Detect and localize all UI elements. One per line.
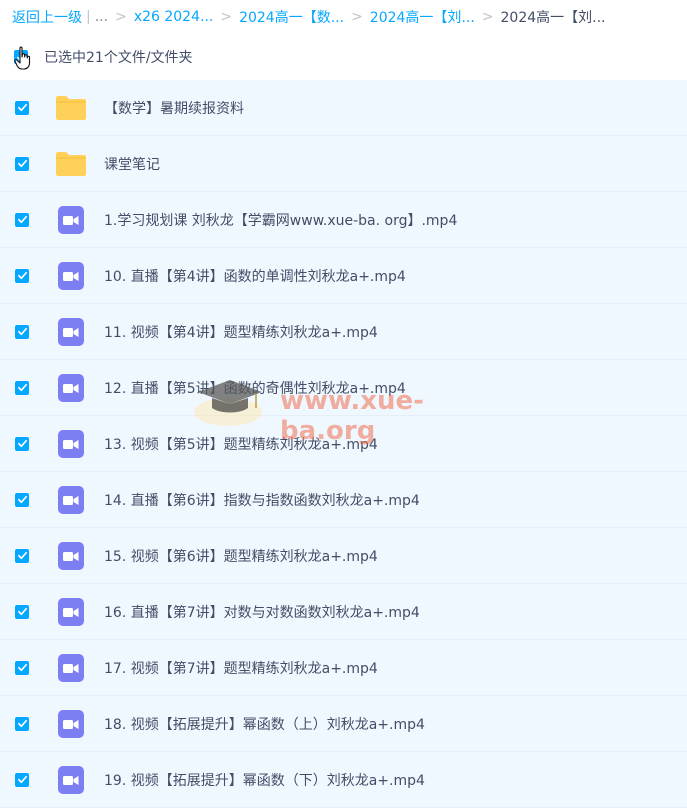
file-name[interactable]: 12. 直播【第5讲】函数的奇偶性刘秋龙a+.mp4 bbox=[104, 378, 406, 398]
video-file-icon bbox=[58, 261, 84, 290]
file-name[interactable]: 课堂笔记 bbox=[104, 154, 160, 174]
file-row[interactable]: 10. 直播【第4讲】函数的单调性刘秋龙a+.mp4 bbox=[0, 248, 687, 304]
file-row[interactable]: 17. 视频【第7讲】题型精练刘秋龙a+.mp4 bbox=[0, 640, 687, 696]
breadcrumb-separator: > bbox=[481, 9, 494, 25]
video-file-icon bbox=[58, 485, 84, 514]
check-icon bbox=[17, 327, 27, 336]
breadcrumb-current: 2024高一【刘... bbox=[500, 10, 606, 26]
file-name[interactable]: 10. 直播【第4讲】函数的单调性刘秋龙a+.mp4 bbox=[104, 266, 406, 286]
file-list: 【数学】暑期续报资料 课堂笔记 1.学习规划课 刘秋龙【学霸网www.xue-ba.… bbox=[0, 80, 687, 808]
file-type-icon bbox=[55, 764, 87, 796]
file-name[interactable]: 【数学】暑期续报资料 bbox=[104, 98, 244, 118]
file-type-icon bbox=[55, 92, 87, 124]
row-checkbox[interactable] bbox=[15, 324, 29, 339]
row-checkbox[interactable] bbox=[15, 212, 29, 227]
check-icon bbox=[17, 271, 27, 280]
video-file-icon bbox=[58, 653, 84, 682]
file-row[interactable]: 11. 视频【第4讲】题型精练刘秋龙a+.mp4 bbox=[0, 304, 687, 360]
video-file-icon bbox=[58, 429, 84, 458]
breadcrumb-separator: > bbox=[115, 9, 127, 25]
selection-count-label: 已选中21个文件/文件夹 bbox=[44, 50, 193, 66]
file-name[interactable]: 13. 视频【第5讲】题型精练刘秋龙a+.mp4 bbox=[104, 434, 378, 454]
file-type-icon bbox=[55, 316, 87, 348]
folder-icon bbox=[56, 151, 86, 176]
check-icon bbox=[17, 159, 27, 168]
row-checkbox[interactable] bbox=[15, 156, 29, 171]
breadcrumb: 返回上一级 | ... > x26 2024... > 2024高一【数... … bbox=[0, 0, 687, 34]
check-icon bbox=[17, 663, 27, 672]
file-row[interactable]: 12. 直播【第5讲】函数的奇偶性刘秋龙a+.mp4 bbox=[0, 360, 687, 416]
file-row[interactable]: 19. 视频【拓展提升】幂函数（下）刘秋龙a+.mp4 bbox=[0, 752, 687, 808]
file-type-icon bbox=[55, 652, 87, 684]
file-row[interactable]: 1.学习规划课 刘秋龙【学霸网www.xue-ba. org】.mp4 bbox=[0, 192, 687, 248]
file-type-icon bbox=[55, 372, 87, 404]
breadcrumb-separator: > bbox=[220, 9, 233, 25]
file-type-icon bbox=[55, 484, 87, 516]
folder-row[interactable]: 【数学】暑期续报资料 bbox=[0, 80, 687, 136]
file-type-icon bbox=[55, 540, 87, 572]
file-type-icon bbox=[55, 148, 87, 180]
hand-cursor-icon bbox=[14, 46, 31, 70]
video-file-icon bbox=[58, 765, 84, 794]
file-row[interactable]: 14. 直播【第6讲】指数与指数函数刘秋龙a+.mp4 bbox=[0, 472, 687, 528]
breadcrumb-ellipsis[interactable]: ... bbox=[95, 9, 108, 25]
video-file-icon bbox=[58, 205, 84, 234]
breadcrumb-item[interactable]: x26 2024... bbox=[134, 9, 214, 25]
check-icon bbox=[17, 439, 27, 448]
file-type-icon bbox=[55, 204, 87, 236]
video-file-icon bbox=[58, 541, 84, 570]
row-checkbox[interactable] bbox=[15, 268, 29, 283]
check-icon bbox=[17, 775, 27, 784]
row-checkbox[interactable] bbox=[15, 492, 29, 507]
file-name[interactable]: 11. 视频【第4讲】题型精练刘秋龙a+.mp4 bbox=[104, 322, 378, 342]
check-icon bbox=[17, 495, 27, 504]
file-name[interactable]: 18. 视频【拓展提升】幂函数（上）刘秋龙a+.mp4 bbox=[104, 714, 425, 734]
breadcrumb-item[interactable]: 2024高一【刘... bbox=[370, 7, 475, 27]
breadcrumb-separator: > bbox=[351, 9, 363, 25]
file-row[interactable]: 18. 视频【拓展提升】幂函数（上）刘秋龙a+.mp4 bbox=[0, 696, 687, 752]
row-checkbox[interactable] bbox=[15, 604, 29, 619]
back-link[interactable]: 返回上一级 bbox=[12, 7, 82, 27]
file-type-icon bbox=[55, 596, 87, 628]
check-icon bbox=[17, 551, 27, 560]
check-icon bbox=[17, 719, 27, 728]
row-checkbox[interactable] bbox=[15, 660, 29, 675]
file-name[interactable]: 1.学习规划课 刘秋龙【学霸网www.xue-ba. org】.mp4 bbox=[104, 210, 457, 230]
breadcrumb-item[interactable]: 2024高一【数... bbox=[239, 7, 344, 27]
file-type-icon bbox=[55, 708, 87, 740]
file-name[interactable]: 15. 视频【第6讲】题型精练刘秋龙a+.mp4 bbox=[104, 546, 378, 566]
row-checkbox[interactable] bbox=[15, 100, 29, 115]
video-file-icon bbox=[58, 709, 84, 738]
file-name[interactable]: 16. 直播【第7讲】对数与对数函数刘秋龙a+.mp4 bbox=[104, 602, 420, 622]
check-icon bbox=[17, 215, 27, 224]
file-name[interactable]: 14. 直播【第6讲】指数与指数函数刘秋龙a+.mp4 bbox=[104, 490, 420, 510]
folder-icon bbox=[56, 95, 86, 120]
file-type-icon bbox=[55, 260, 87, 292]
row-checkbox[interactable] bbox=[15, 436, 29, 451]
file-row[interactable]: 13. 视频【第5讲】题型精练刘秋龙a+.mp4 bbox=[0, 416, 687, 472]
file-name[interactable]: 17. 视频【第7讲】题型精练刘秋龙a+.mp4 bbox=[104, 658, 378, 678]
selection-bar: 已选中21个文件/文件夹 bbox=[0, 34, 687, 80]
video-file-icon bbox=[58, 373, 84, 402]
check-icon bbox=[17, 607, 27, 616]
check-icon bbox=[17, 103, 27, 112]
folder-row[interactable]: 课堂笔记 bbox=[0, 136, 687, 192]
file-name[interactable]: 19. 视频【拓展提升】幂函数（下）刘秋龙a+.mp4 bbox=[104, 770, 425, 790]
row-checkbox[interactable] bbox=[15, 772, 29, 787]
row-checkbox[interactable] bbox=[15, 716, 29, 731]
file-type-icon bbox=[55, 428, 87, 460]
file-row[interactable]: 16. 直播【第7讲】对数与对数函数刘秋龙a+.mp4 bbox=[0, 584, 687, 640]
video-file-icon bbox=[58, 597, 84, 626]
breadcrumb-divider: | bbox=[86, 9, 91, 25]
row-checkbox[interactable] bbox=[15, 380, 29, 395]
row-checkbox[interactable] bbox=[15, 548, 29, 563]
check-icon bbox=[17, 383, 27, 392]
file-row[interactable]: 15. 视频【第6讲】题型精练刘秋龙a+.mp4 bbox=[0, 528, 687, 584]
video-file-icon bbox=[58, 317, 84, 346]
